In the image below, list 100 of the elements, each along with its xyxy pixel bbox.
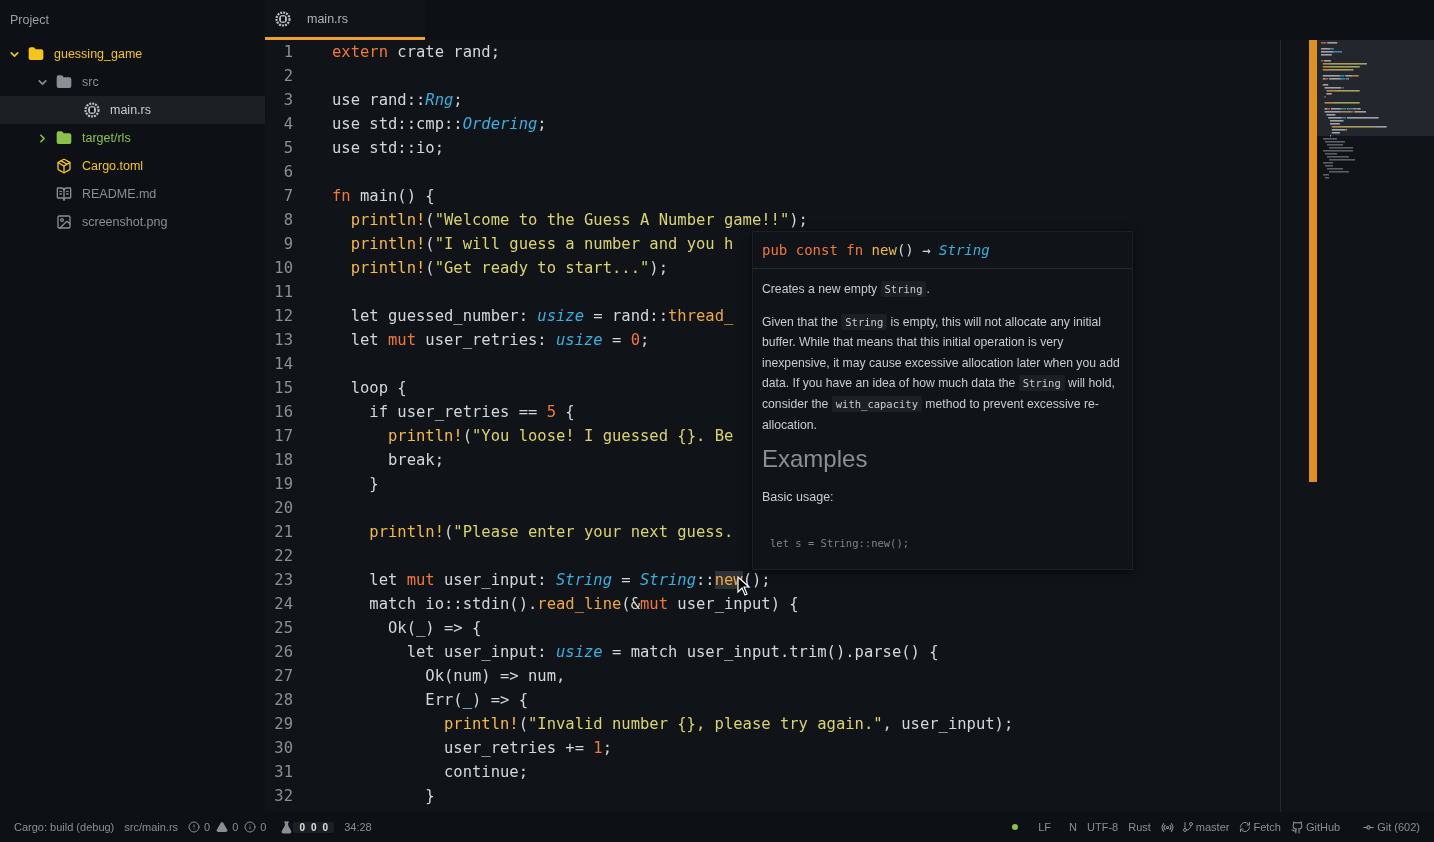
code-line: Ok(num) => num, [424, 666, 566, 687]
file-grammar[interactable]: Rust [1128, 821, 1151, 833]
code-line: println!("You loose! I guessed {}. Be [387, 426, 734, 447]
doc-heading: Examples [762, 447, 869, 472]
line-number: 20 [273, 498, 293, 519]
tree-item[interactable]: screenshot.png [0, 208, 265, 236]
file-encoding[interactable]: UTF-8 [1087, 821, 1119, 833]
build-status[interactable]: Cargo: build (debug) [14, 821, 115, 833]
code-line: let guessed_number: usize = rand::thread_ [349, 306, 734, 327]
github-icon [1290, 820, 1304, 834]
warning-icon [216, 821, 229, 833]
doc-subtitle: Basic usage: [762, 489, 835, 507]
function-signature: pub const fn new() → String [753, 232, 1132, 269]
error-icon [188, 821, 201, 833]
tree-item[interactable]: guessing_game [0, 40, 265, 68]
code-line: println!("Get ready to start..."); [349, 258, 668, 279]
code-line: } [368, 474, 379, 495]
code-line: Err(_) => { [424, 690, 528, 711]
line-number: 15 [273, 378, 293, 399]
line-number: 32 [273, 786, 293, 807]
line-number: 19 [273, 474, 293, 495]
code-line: if user_retries == 5 { [368, 402, 575, 423]
line-number: 11 [273, 282, 293, 303]
line-number: 27 [273, 666, 293, 687]
refresh-icon [1239, 821, 1252, 833]
doc-paragraph: Given that the String is empty, this will not allocate any initial buffer. While that means that this initial operation is very inexpensive, it may cause excessive allocation later when you add data. If you have an idea of how much data the String will hold, consider the with_capacity method to prevent excessive re-allocation. [762, 312, 1121, 434]
file-name: README.md [82, 187, 157, 201]
line-number: 12 [273, 306, 293, 327]
file-name: screenshot.png [82, 215, 168, 229]
line-number: 1 [282, 42, 293, 63]
cursor-position[interactable]: 34:28 [344, 821, 372, 833]
info-count: 0 [260, 821, 267, 833]
test-count: 0 [321, 821, 330, 833]
example-code: let s = String::new(); [769, 536, 911, 552]
line-number: 7 [282, 186, 293, 207]
code-line: match io::stdin().read_line(&mut user_input) { [368, 594, 799, 615]
tree-item[interactable]: README.md [0, 180, 265, 208]
line-number: 29 [273, 714, 293, 735]
test-count: 0 [310, 821, 318, 833]
folder-icon [56, 74, 72, 90]
file-path[interactable]: src/main.rs [124, 821, 179, 833]
git-button[interactable]: Git (602) [1362, 820, 1420, 834]
line-number: 9 [282, 234, 293, 255]
mode-indicator[interactable]: N [1069, 821, 1077, 833]
code-line: } [424, 786, 435, 807]
line-number: 25 [273, 618, 293, 639]
line-number: 16 [273, 402, 293, 423]
line-number: 22 [273, 546, 293, 567]
status-dot [1012, 824, 1019, 830]
line-number: 8 [282, 210, 293, 231]
panel-title: Project [9, 12, 50, 29]
test-count: 0 [298, 821, 306, 833]
code-line: let user_input: usize = match user_input.trim().parse() { [405, 642, 939, 663]
image-icon [56, 214, 72, 230]
broadcast-icon[interactable] [1160, 820, 1174, 834]
file-name: main.rs [110, 103, 151, 117]
tree-item[interactable]: src [0, 68, 265, 96]
line-number: 23 [273, 570, 293, 591]
fetch-button[interactable]: Fetch [1239, 821, 1281, 833]
editor-tab[interactable]: main.rs [265, 0, 425, 40]
line-number: 13 [273, 330, 293, 351]
warning-count: 0 [232, 821, 239, 833]
line-number: 28 [273, 690, 293, 711]
file-name: guessing_game [54, 47, 143, 61]
book-icon [56, 186, 72, 202]
tree-item[interactable]: Cargo.toml [0, 152, 265, 180]
error-count: 0 [204, 821, 211, 833]
line-number: 18 [273, 450, 293, 471]
code-line: println!("Invalid number {}, please try again.", user_input); [442, 714, 1014, 735]
file-name: src [82, 75, 99, 89]
line-number: 14 [273, 354, 293, 375]
file-name: target/rls [82, 131, 131, 145]
line-number: 4 [282, 114, 293, 135]
doc-paragraph: Creates a new empty String . [762, 280, 931, 299]
code-line: use rand::Rng; [332, 90, 463, 111]
tree-item[interactable]: target/rls [0, 124, 265, 152]
line-number: 30 [273, 738, 293, 759]
line-number: 26 [273, 642, 293, 663]
code-line: fn main() { [332, 186, 435, 207]
branch-icon [1181, 821, 1194, 833]
tree-item[interactable]: main.rs [0, 96, 265, 124]
line-number: 31 [273, 762, 293, 783]
code-line: Ok(_) => { [387, 618, 482, 639]
line-number: 24 [273, 594, 293, 615]
code-line: let mut user_retries: usize = 0; [349, 330, 650, 351]
code-line: extern crate rand; [332, 42, 500, 63]
folder-icon [28, 46, 44, 62]
line-ending[interactable]: LF [1038, 821, 1052, 833]
branch-button[interactable]: master [1181, 821, 1230, 833]
folder-icon [56, 130, 72, 146]
code-line: loop { [349, 378, 407, 399]
code-line: use std::io; [332, 138, 444, 159]
github-button[interactable]: GitHub [1290, 820, 1341, 834]
code-line: continue; [442, 762, 528, 783]
code-line: println!("I will guess a number and you h [349, 234, 734, 255]
code-line: break; [387, 450, 444, 471]
line-number: 17 [273, 426, 293, 447]
code-line: println!("Please enter your next guess. [368, 522, 734, 543]
line-number: 3 [282, 90, 293, 111]
line-number: 21 [273, 522, 293, 543]
